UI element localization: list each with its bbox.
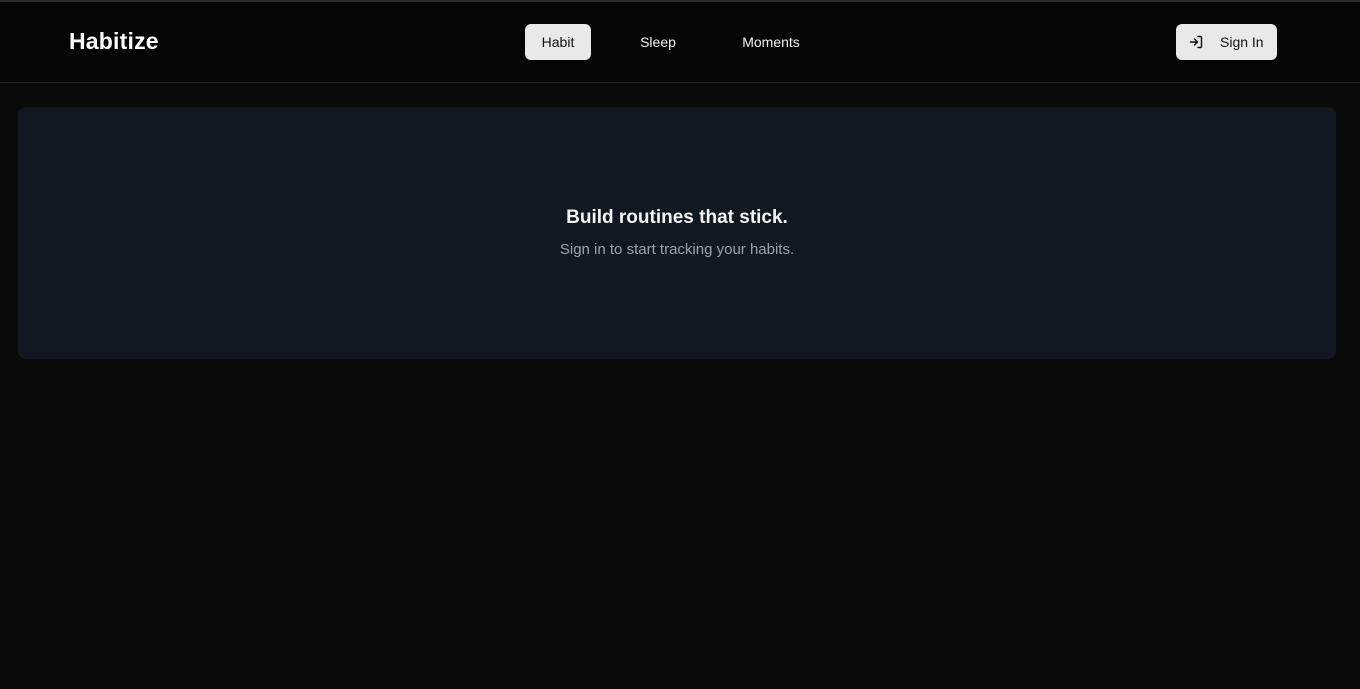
app-root: Habitize Habit Sleep Moments Sign In Bui…: [0, 0, 1360, 689]
top-navbar: Habitize Habit Sleep Moments Sign In: [0, 2, 1360, 83]
nav-item-sleep[interactable]: Sleep: [591, 24, 725, 60]
welcome-card: Build routines that stick. Sign in to st…: [18, 107, 1336, 359]
nav-item-habit[interactable]: Habit: [525, 24, 591, 60]
nav-item-moments[interactable]: Moments: [725, 24, 817, 60]
welcome-subtitle: Sign in to start tracking your habits.: [559, 241, 795, 258]
welcome-title: Build routines that stick.: [566, 207, 788, 228]
sign-in-label: Sign In: [1220, 34, 1264, 50]
sign-in-button[interactable]: Sign In: [1176, 24, 1277, 60]
sign-in-icon: [1188, 34, 1204, 50]
main-navigation: Habit Sleep Moments: [525, 24, 817, 60]
brand-logo[interactable]: Habitize: [69, 28, 159, 55]
